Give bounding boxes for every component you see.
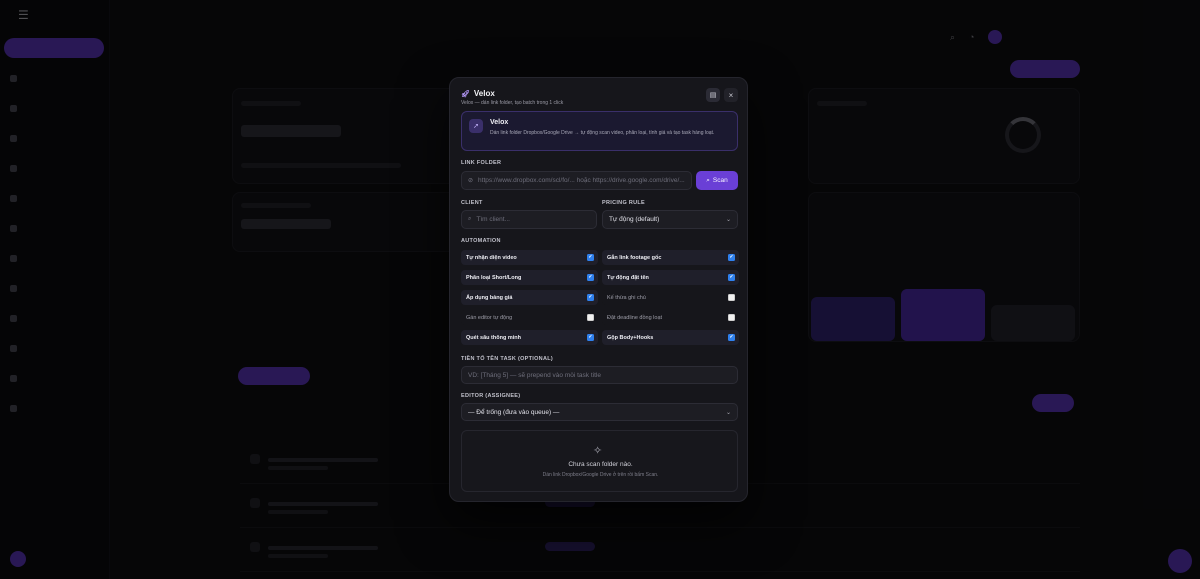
checkbox-checked[interactable]: ✓ [587, 274, 594, 281]
checkbox-unchecked[interactable] [728, 314, 735, 321]
checkbox-checked[interactable]: ✓ [728, 274, 735, 281]
automation-option[interactable]: Gắn link footage gốc ✓ [602, 250, 739, 265]
automation-option-label: Gộp Body+Hooks [607, 334, 654, 341]
pricing-rule-label: PRICING RULE [602, 200, 646, 206]
checkbox-checked[interactable]: ✓ [587, 294, 594, 301]
client-search-input[interactable] [476, 216, 596, 223]
velox-modal: 🚀︎ Velox Velox — dán link folder, tạo ba… [449, 77, 748, 502]
scan-results-empty-state: ✧ Chưa scan folder nào. Dán link Dropbox… [461, 430, 738, 492]
automation-option[interactable]: Áp dụng bảng giá ✓ [461, 290, 598, 305]
checkbox-checked[interactable]: ✓ [587, 254, 594, 261]
pricing-rule-value: Tự động (default) [609, 216, 660, 223]
link-icon: ⊘ [468, 178, 474, 184]
automation-option-label: Gán editor tự động [466, 314, 513, 321]
prefix-label: TIỀN TỐ TÊN TASK (OPTIONAL) [461, 356, 554, 362]
automation-option[interactable]: Gộp Body+Hooks ✓ [602, 330, 739, 345]
prefix-field[interactable] [461, 366, 738, 384]
automation-option-label: Phân loại Short/Long [466, 274, 522, 281]
automation-label: AUTOMATION [461, 238, 501, 244]
pricing-rule-select[interactable]: Tự động (default) ⌄ [602, 210, 738, 229]
automation-option[interactable]: Đặt deadline đồng loạt [602, 310, 739, 325]
automation-option-label: Kế thừa ghi chú [607, 294, 646, 301]
automation-option[interactable]: Kế thừa ghi chú [602, 290, 739, 305]
client-search-field[interactable]: ⌕ [461, 210, 597, 229]
checkbox-checked[interactable]: ✓ [728, 334, 735, 341]
chevron-down-icon: ⌄ [725, 217, 731, 223]
automation-option[interactable]: Gán editor tự động [461, 310, 598, 325]
search-icon: ⌕ [706, 176, 710, 184]
modal-subtitle: Velox — dán link folder, tạo batch trong… [461, 100, 564, 106]
automation-option-label: Đặt deadline đồng loạt [607, 314, 663, 321]
automation-option[interactable]: Tự nhận diện video ✓ [461, 250, 598, 265]
link-folder-input[interactable] [478, 177, 691, 184]
automation-option-label: Tự nhận diện video [466, 254, 517, 261]
clipboard-icon[interactable]: ▤ [706, 88, 720, 102]
scan-button-label: Scan [712, 177, 728, 184]
checkbox-unchecked[interactable] [587, 314, 594, 321]
info-title: Velox [490, 119, 509, 126]
link-folder-field[interactable]: ⊘ [461, 171, 692, 190]
checkbox-checked[interactable]: ✓ [728, 254, 735, 261]
automation-option-label: Tự động đặt tên [607, 274, 649, 281]
automation-option-label: Áp dụng bảng giá [466, 294, 513, 301]
close-icon[interactable]: × [724, 88, 738, 102]
checkbox-checked[interactable]: ✓ [587, 334, 594, 341]
automation-option[interactable]: Tự động đặt tên ✓ [602, 270, 739, 285]
editor-label: EDITOR (ASSIGNEE) [461, 393, 521, 399]
rocket-icon: ➚ [469, 119, 483, 133]
client-label: CLIENT [461, 200, 483, 206]
empty-state-subtitle: Dán link Dropbox/Google Drive ở trên rồi… [542, 472, 659, 478]
editor-value: — Để trống (đưa vào queue) — [468, 408, 560, 416]
sparkles-icon: ✧ [593, 445, 603, 457]
prefix-input[interactable] [462, 371, 737, 379]
scan-button[interactable]: ⌕ Scan [696, 171, 738, 190]
empty-state-title: Chưa scan folder nào. [568, 461, 633, 468]
automation-option-label: Quét sâu thông minh [466, 334, 521, 341]
info-description: Dán link folder Dropbox/Google Drive → t… [490, 130, 715, 136]
link-folder-label: LINK FOLDER [461, 160, 502, 166]
rocket-icon: 🚀︎ [461, 90, 470, 98]
automation-option-label: Gắn link footage gốc [607, 254, 662, 261]
editor-select[interactable]: — Để trống (đưa vào queue) — ⌄ [461, 403, 738, 421]
automation-option[interactable]: Quét sâu thông minh ✓ [461, 330, 598, 345]
search-icon: ⌕ [468, 216, 472, 222]
info-banner: ➚ Velox Dán link folder Dropbox/Google D… [461, 111, 738, 151]
automation-option[interactable]: Phân loại Short/Long ✓ [461, 270, 598, 285]
modal-title: 🚀︎ Velox [461, 89, 495, 98]
chevron-down-icon: ⌄ [725, 409, 731, 416]
modal-title-text: Velox [473, 89, 495, 98]
checkbox-unchecked[interactable] [728, 294, 735, 301]
